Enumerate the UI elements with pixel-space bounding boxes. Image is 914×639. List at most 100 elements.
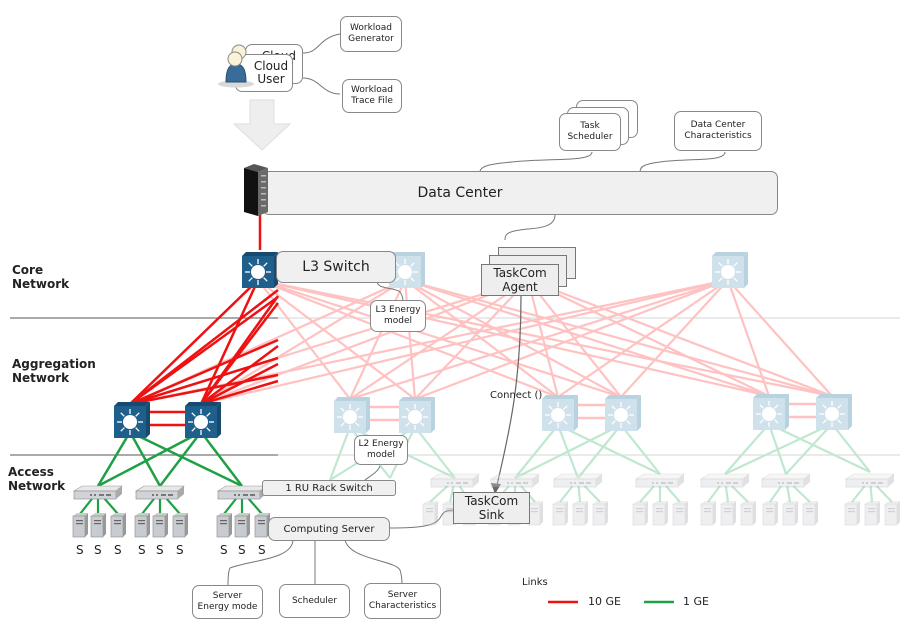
server-icon[interactable] <box>215 512 233 538</box>
server-characteristics-line2: Characteristics <box>368 601 437 611</box>
datacenter-architecture-diagram: Cloud Cloud User Workload Generator Work… <box>0 0 914 639</box>
server-icon[interactable] <box>863 500 881 526</box>
data-center-box[interactable]: Data Center <box>262 171 778 215</box>
server-icon[interactable] <box>781 500 799 526</box>
server-icon[interactable] <box>671 500 689 526</box>
l3-switch-box[interactable]: L3 Switch <box>276 251 396 283</box>
agg-access-link <box>200 431 243 487</box>
server-energy-line2: Energy mode <box>197 602 258 612</box>
computing-server-label: Computing Server <box>283 523 375 535</box>
rack-switch-icon[interactable] <box>216 484 268 502</box>
rack-switch-icon[interactable] <box>429 472 481 490</box>
task-scheduler-line1: Task <box>580 121 600 131</box>
legend-title: Links <box>522 577 548 588</box>
switch-icon-faded[interactable] <box>332 395 372 435</box>
aggregation-network-label: Aggregation Network <box>12 357 96 385</box>
legend-1ge-label: 1 GE <box>683 595 709 608</box>
server-s-label: S <box>114 543 122 557</box>
l3-switch-label: L3 Switch <box>302 259 370 275</box>
server-icon[interactable] <box>801 500 819 526</box>
l3-switch-icon[interactable] <box>183 400 223 440</box>
core-line1: Core <box>12 263 44 277</box>
taskcom-agent-box[interactable]: TaskCom Agent <box>481 264 559 296</box>
server-s-label: S <box>94 543 102 557</box>
switch-icon-faded[interactable] <box>397 395 437 435</box>
server-s-label: S <box>220 543 228 557</box>
switch-icon-faded[interactable] <box>751 392 791 432</box>
server-energy-model-box[interactable]: Server Energy mode <box>192 585 263 619</box>
server-icon[interactable] <box>233 512 251 538</box>
server-icon[interactable] <box>551 500 569 526</box>
rack-switch-icon[interactable] <box>134 484 186 502</box>
l2-energy-line1: L2 Energy <box>358 439 404 449</box>
switch-icon-faded[interactable] <box>710 250 750 290</box>
server-s-label: S <box>156 543 164 557</box>
rack-switch-box[interactable]: 1 RU Rack Switch <box>262 480 396 496</box>
server-energy-line1: Server <box>212 591 243 601</box>
l3-energy-model-box[interactable]: L3 Energy model <box>370 300 426 332</box>
dc-characteristics-box[interactable]: Data Center Characteristics <box>674 111 762 151</box>
workload-generator-box[interactable]: Workload Generator <box>340 16 402 52</box>
server-icon[interactable] <box>651 500 669 526</box>
taskcom-agent-line2: Agent <box>502 280 538 294</box>
taskcom-agent-line1: TaskCom <box>493 266 547 280</box>
connector-scheduler-dc <box>479 151 593 173</box>
server-icon[interactable] <box>89 512 107 538</box>
agg-access-link <box>159 431 202 487</box>
server-icon[interactable] <box>571 500 589 526</box>
workload-trace-file-box[interactable]: Workload Trace File <box>342 79 402 113</box>
workload-generator-line1: Workload <box>349 23 393 33</box>
server-icon[interactable] <box>133 512 151 538</box>
connector-l2-energy <box>364 465 381 481</box>
task-scheduler-box[interactable]: Task Scheduler <box>559 113 621 151</box>
switch-icon-faded[interactable] <box>603 393 643 433</box>
rack-switch-icon[interactable] <box>844 472 896 490</box>
rack-switch-icon[interactable] <box>72 484 124 502</box>
access-line1: Access <box>8 465 54 479</box>
server-icon[interactable] <box>739 500 757 526</box>
server-icon[interactable] <box>719 500 737 526</box>
server-icon[interactable] <box>591 500 609 526</box>
server-icon[interactable] <box>109 512 127 538</box>
taskcom-sink-line1: TaskCom <box>464 494 519 508</box>
server-icon[interactable] <box>761 500 779 526</box>
switch-icon-faded[interactable] <box>814 392 854 432</box>
cloud-user-icon <box>218 44 254 88</box>
switch-icon-faded[interactable] <box>540 393 580 433</box>
server-s-label: S <box>258 543 266 557</box>
connector-dc-agent <box>504 214 556 241</box>
server-icon[interactable] <box>843 500 861 526</box>
server-icon[interactable] <box>883 500 901 526</box>
server-characteristics-box[interactable]: Server Characteristics <box>364 583 441 619</box>
aggregation-line2: Network <box>12 371 70 385</box>
rack-switch-icon[interactable] <box>489 472 541 490</box>
rack-switch-icon[interactable] <box>552 472 604 490</box>
access-line2: Network <box>8 479 66 493</box>
server-icon[interactable] <box>631 500 649 526</box>
server-icon[interactable] <box>171 512 189 538</box>
task-scheduler-line2: Scheduler <box>567 132 613 142</box>
data-center-label: Data Center <box>417 185 503 201</box>
legend-10ge-label: 10 GE <box>588 595 621 608</box>
rack-switch-icon[interactable] <box>760 472 812 490</box>
server-icon[interactable] <box>421 500 439 526</box>
l2-energy-model-box[interactable]: L2 Energy model <box>354 435 408 465</box>
rack-switch-icon[interactable] <box>634 472 686 490</box>
server-s-label: S <box>176 543 184 557</box>
connector-user-trace <box>302 77 341 95</box>
workload-trace-line2: Trace File <box>351 96 393 106</box>
server-s-label: S <box>138 543 146 557</box>
taskcom-sink-box[interactable]: TaskCom Sink <box>453 492 530 524</box>
computing-server-box[interactable]: Computing Server <box>268 517 390 541</box>
l3-switch-icon[interactable] <box>112 400 152 440</box>
connector-dccharacteristics-dc <box>639 151 726 173</box>
server-rack-icon <box>244 164 268 216</box>
connector-user-generator <box>302 33 341 54</box>
server-icon[interactable] <box>71 512 89 538</box>
rack-switch-icon[interactable] <box>699 472 751 490</box>
server-icon[interactable] <box>151 512 169 538</box>
scheduler-box[interactable]: Scheduler <box>279 584 350 618</box>
dc-characteristics-line2: Characteristics <box>684 131 752 141</box>
l3-switch-icon[interactable] <box>240 250 280 290</box>
server-icon[interactable] <box>699 500 717 526</box>
